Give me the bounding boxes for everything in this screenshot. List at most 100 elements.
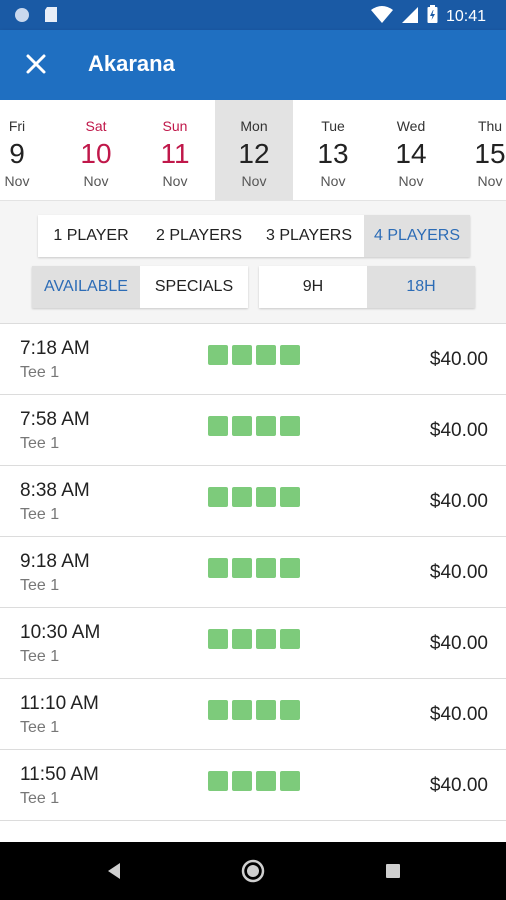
tee-number: Tee 1: [20, 506, 60, 523]
tee-price: $40.00: [429, 704, 488, 725]
available-slot: [280, 629, 300, 649]
date-thu-15[interactable]: Thu 15 Nov: [451, 100, 506, 200]
day-month: Nov: [320, 173, 346, 189]
clock-time: 10:41: [445, 8, 486, 25]
player-slots: [208, 700, 300, 720]
available-slot: [280, 345, 300, 365]
day-number: 9: [9, 138, 25, 169]
tee-number: Tee 1: [20, 364, 60, 381]
available-tab-selected[interactable]: AVAILABLE: [32, 266, 140, 308]
day-month: Nov: [4, 173, 30, 189]
day-month: Nov: [162, 173, 188, 189]
date-strip[interactable]: Fri 9 Nov Sat 10 Nov Sun 11 Nov Mon 12 N…: [0, 100, 506, 201]
tee-number: Tee 1: [20, 648, 60, 665]
date-sat-10[interactable]: Sat 10 Nov: [57, 100, 135, 200]
tee-price: $40.00: [429, 633, 488, 654]
available-slot: [208, 629, 228, 649]
tee-price: $40.00: [429, 775, 488, 796]
available-slot: [256, 700, 276, 720]
tee-time-row[interactable]: 11:10 AM Tee 1 $40.00: [0, 679, 506, 750]
available-slot: [208, 700, 228, 720]
day-month: Nov: [477, 173, 503, 189]
available-slot: [232, 416, 252, 436]
player-slots: [208, 629, 300, 649]
tee-time-row[interactable]: 11:50 AM Tee 1 $40.00: [0, 750, 506, 821]
day-month: Nov: [241, 173, 267, 189]
available-slot: [232, 771, 252, 791]
date-wed-14[interactable]: Wed 14 Nov: [372, 100, 450, 200]
date-sun-11[interactable]: Sun 11 Nov: [136, 100, 214, 200]
player-slots: [208, 487, 300, 507]
player-slots: [208, 558, 300, 578]
home-icon[interactable]: [241, 859, 265, 888]
day-number: 14: [395, 138, 427, 169]
date-mon-12-selected[interactable]: Mon 12 Nov: [215, 100, 293, 200]
tee-time: 11:50 AM: [20, 764, 99, 785]
tee-price: $40.00: [429, 562, 488, 583]
tee-time: 10:30 AM: [20, 622, 101, 643]
availability-selector: AVAILABLE SPECIALS: [32, 266, 248, 308]
date-fri-9[interactable]: Fri 9 Nov: [0, 100, 56, 200]
day-number: 10: [80, 138, 112, 169]
day-of-week: Thu: [477, 118, 503, 134]
app-bar: Akarana: [0, 30, 506, 100]
available-slot: [256, 629, 276, 649]
available-slot: [256, 345, 276, 365]
available-slot: [232, 487, 252, 507]
date-tue-13[interactable]: Tue 13 Nov: [294, 100, 372, 200]
tee-price: $40.00: [429, 349, 488, 370]
tee-time-row-partial[interactable]: [0, 821, 506, 842]
tee-time-row[interactable]: 10:30 AM Tee 1 $40.00: [0, 608, 506, 679]
day-of-week: Tue: [321, 118, 345, 134]
holes-selector: 9H 18H: [259, 266, 475, 308]
player-option-1[interactable]: 1 PLAYER: [38, 215, 144, 257]
available-slot: [280, 487, 300, 507]
player-option-4-selected[interactable]: 4 PLAYERS: [364, 215, 470, 257]
player-option-3[interactable]: 3 PLAYERS: [254, 215, 364, 257]
available-slot: [256, 558, 276, 578]
tee-price: $40.00: [429, 420, 488, 441]
recents-icon[interactable]: [385, 863, 401, 884]
tee-time: 7:18 AM: [20, 338, 90, 359]
holes-9-option[interactable]: 9H: [259, 266, 367, 308]
tee-time: 11:10 AM: [20, 693, 99, 714]
notification-dot-icon: [14, 7, 30, 28]
day-of-week: Sun: [162, 118, 188, 134]
day-number: 15: [474, 138, 506, 169]
day-month: Nov: [398, 173, 424, 189]
player-slots: [208, 345, 300, 365]
day-number: 13: [317, 138, 349, 169]
status-bar: 10:41: [0, 0, 506, 30]
available-slot: [280, 558, 300, 578]
day-month: Nov: [83, 173, 109, 189]
available-slot: [208, 416, 228, 436]
player-slots: [208, 416, 300, 436]
available-slot: [208, 345, 228, 365]
day-of-week: Mon: [240, 118, 268, 134]
available-slot: [256, 771, 276, 791]
close-icon[interactable]: [22, 50, 50, 78]
day-of-week: Sat: [85, 118, 107, 134]
tee-time-row[interactable]: 7:18 AM Tee 1 $40.00: [0, 324, 506, 395]
tee-time-row[interactable]: 7:58 AM Tee 1 $40.00: [0, 395, 506, 466]
available-slot: [208, 771, 228, 791]
signal-icon: [401, 6, 419, 29]
tee-price: $40.00: [429, 491, 488, 512]
tee-number: Tee 1: [20, 577, 60, 594]
tee-time-row[interactable]: 9:18 AM Tee 1 $40.00: [0, 537, 506, 608]
back-icon[interactable]: [104, 861, 124, 886]
player-count-selector: 1 PLAYER 2 PLAYERS 3 PLAYERS 4 PLAYERS: [38, 215, 470, 257]
wifi-icon: [370, 5, 393, 29]
tee-time: 7:58 AM: [20, 409, 90, 430]
holes-18-option-selected[interactable]: 18H: [367, 266, 475, 308]
tee-number: Tee 1: [20, 719, 60, 736]
specials-tab[interactable]: SPECIALS: [140, 266, 248, 308]
player-option-2[interactable]: 2 PLAYERS: [144, 215, 254, 257]
available-slot: [256, 416, 276, 436]
tee-time: 9:18 AM: [20, 551, 90, 572]
available-slot: [232, 629, 252, 649]
sd-card-icon: [44, 6, 58, 28]
tee-time-row[interactable]: 8:38 AM Tee 1 $40.00: [0, 466, 506, 537]
available-slot: [232, 558, 252, 578]
page-title: Akarana: [88, 51, 175, 76]
